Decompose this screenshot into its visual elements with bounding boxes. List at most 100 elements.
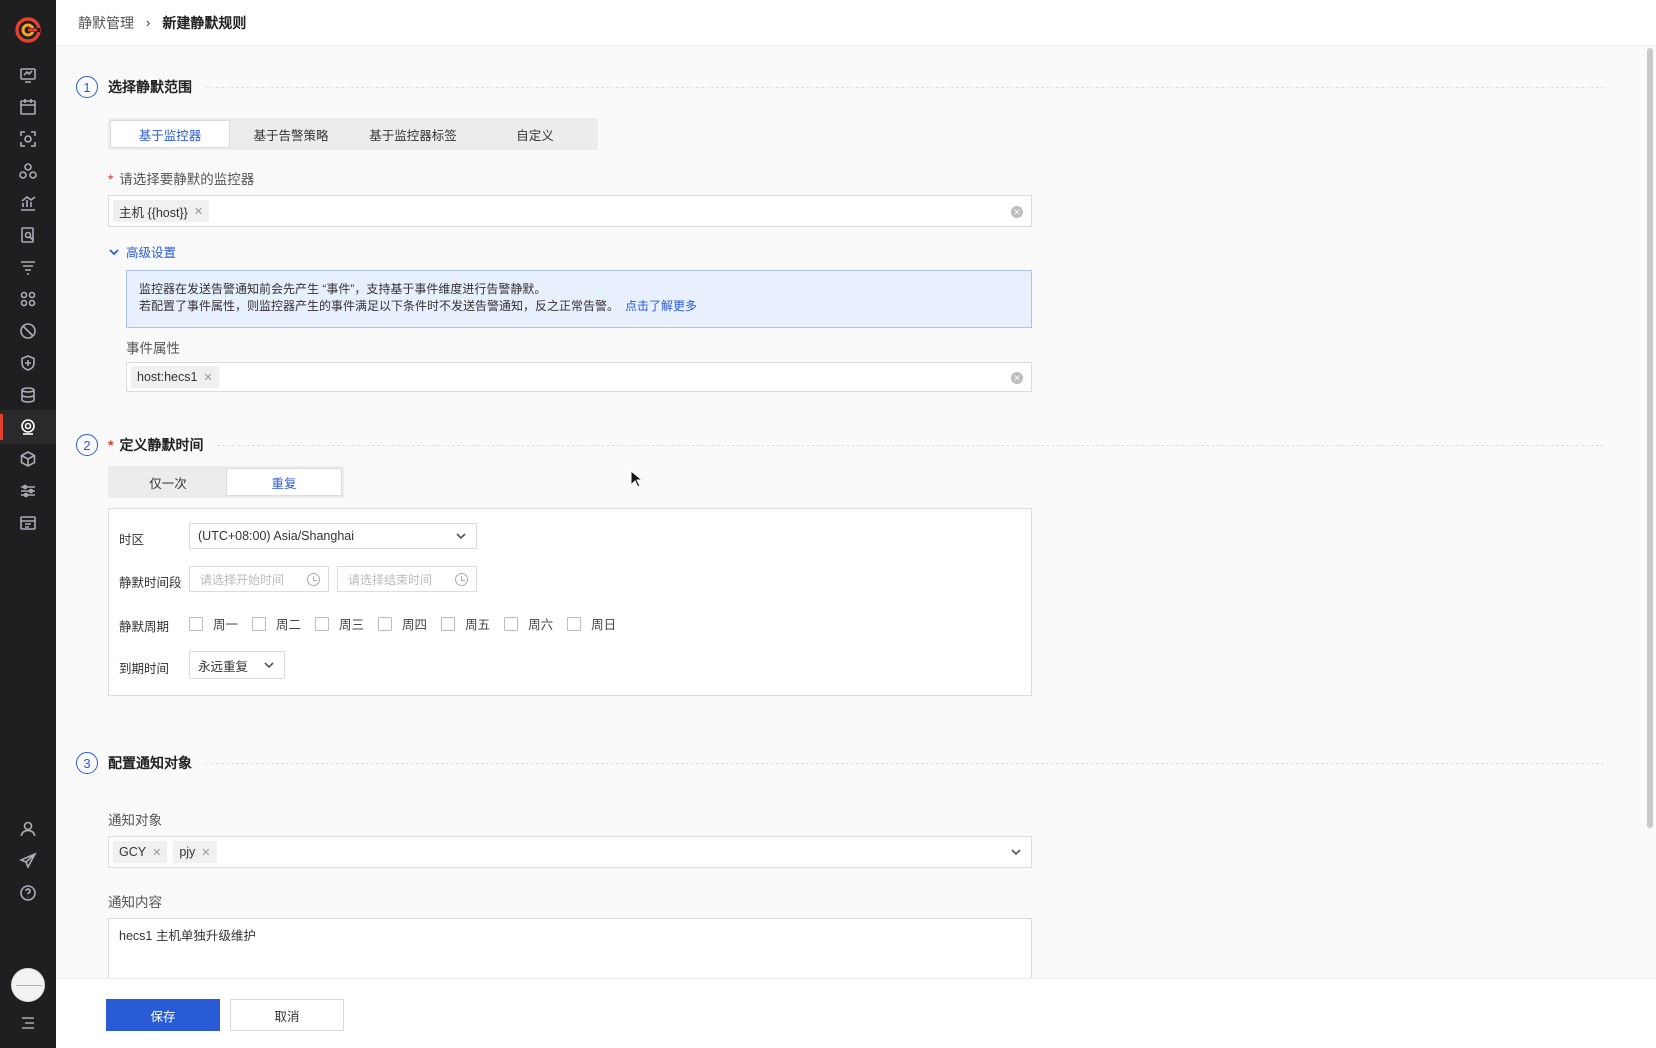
event-attr-label: 事件属性 (126, 341, 180, 356)
weekday-label: 周五 (465, 618, 491, 632)
breadcrumb: 静默管理 › 新建静默规则 (56, 0, 1656, 46)
checkbox[interactable] (189, 616, 203, 631)
checkbox[interactable] (504, 616, 519, 631)
clock-icon (307, 573, 320, 586)
tab-repeat[interactable]: 重复 (226, 468, 342, 496)
report-icon[interactable] (0, 506, 56, 540)
event-attr-tag: host:hecs1 ✕ (131, 366, 219, 388)
scope-tabs: 基于监控器 基于告警策略 基于监控器标签 自定义 (108, 118, 598, 150)
tab-once[interactable]: 仅一次 (110, 468, 226, 496)
checkbox[interactable] (378, 616, 393, 631)
weekday-checkboxes: 周一 周二 周三 周四 周五 周六 周日 (189, 614, 630, 633)
timezone-value: (UTC+08:00) Asia/Shanghai (198, 529, 354, 543)
calendar-icon[interactable] (0, 90, 56, 124)
timezone-label: 时区 (119, 533, 145, 547)
tab-monitor-label[interactable]: 基于监控器标签 (352, 120, 474, 148)
weekday-checkbox-fri[interactable]: 周五 (441, 614, 490, 633)
tab-alert-policy[interactable]: 基于告警策略 (230, 120, 352, 148)
notify-content-textarea[interactable]: hecs1 主机单独升级维护 (108, 918, 1032, 978)
divider (206, 86, 1604, 88)
scan-icon[interactable] (0, 122, 56, 156)
shield-icon[interactable] (0, 346, 56, 380)
advanced-settings-toggle[interactable]: 高级设置 (108, 242, 176, 261)
tab-custom[interactable]: 自定义 (474, 120, 596, 148)
avatar[interactable] (11, 968, 45, 1002)
filter-icon[interactable] (0, 250, 56, 284)
checkbox[interactable] (315, 616, 330, 631)
checkbox[interactable] (441, 616, 456, 631)
logo-icon[interactable] (14, 16, 42, 44)
breadcrumb-parent[interactable]: 静默管理 (78, 13, 134, 33)
help-icon[interactable] (0, 876, 56, 910)
weekday-checkbox-tue[interactable]: 周二 (252, 614, 301, 633)
log-search-icon[interactable] (0, 218, 56, 252)
dashboard-icon[interactable] (0, 58, 56, 92)
send-icon[interactable] (0, 844, 56, 878)
weekday-checkbox-wed[interactable]: 周三 (315, 614, 364, 633)
weekday-label: 周一 (213, 618, 239, 632)
weekday-checkbox-mon[interactable]: 周一 (189, 614, 238, 633)
menu-collapse-icon[interactable] (0, 1006, 56, 1040)
cluster-icon[interactable] (0, 154, 56, 188)
sidebar (0, 0, 56, 1048)
main-content: 1 选择静默范围 基于监控器 基于告警策略 基于监控器标签 自定义 * 请选择要静… (56, 46, 1644, 978)
scrollbar[interactable] (1646, 46, 1654, 936)
footer: 保存 取消 (56, 978, 1656, 1048)
save-button[interactable]: 保存 (106, 999, 220, 1031)
tag-close-icon[interactable]: ✕ (203, 371, 212, 384)
tab-monitor[interactable]: 基于监控器 (110, 120, 230, 148)
cycle-label: 静默周期 (119, 620, 170, 634)
info-line-1: 监控器在发送告警通知前会先产生 “事件”，支持基于事件维度进行告警静默。 (139, 282, 547, 296)
weekday-label: 周三 (339, 618, 365, 632)
mute-icon[interactable] (0, 314, 56, 348)
monitor-label: * 请选择要静默的监控器 (108, 168, 254, 188)
divider (217, 444, 1604, 446)
chevron-down-icon[interactable] (1009, 845, 1023, 859)
step3-number: 3 (76, 752, 98, 774)
end-time-placeholder: 请选择结束时间 (348, 572, 433, 587)
step1-header: 1 选择静默范围 (76, 76, 1604, 98)
step2-title-text: 定义静默时间 (119, 437, 204, 453)
checkbox[interactable] (252, 616, 267, 631)
notify-content-label: 通知内容 (108, 895, 162, 910)
checkbox[interactable] (567, 616, 582, 631)
clear-icon[interactable]: ✕ (1011, 206, 1023, 218)
tag-close-icon[interactable]: ✕ (201, 846, 210, 859)
clear-icon[interactable]: ✕ (1011, 372, 1023, 384)
cancel-button[interactable]: 取消 (230, 999, 344, 1031)
mouse-cursor-icon (630, 470, 642, 488)
end-time-input[interactable]: 请选择结束时间 (337, 566, 477, 592)
event-attr-input[interactable]: host:hecs1 ✕ ✕ (126, 362, 1032, 392)
advanced-settings-label: 高级设置 (126, 246, 177, 260)
learn-more-link[interactable]: 点击了解更多 (625, 299, 697, 313)
expire-value: 永远重复 (198, 659, 249, 674)
monitor-select[interactable]: 主机 {{host}} ✕ ✕ (108, 195, 1032, 227)
package-icon[interactable] (0, 442, 56, 476)
monitor-label-text: 请选择要静默的监控器 (119, 172, 255, 187)
step2-title: * 定义静默时间 (108, 435, 203, 455)
target-tag-label: pjy (179, 845, 196, 859)
monitor-tag-label: 主机 {{host}} (119, 205, 188, 220)
apps-icon[interactable] (0, 282, 56, 316)
settings-sliders-icon[interactable] (0, 474, 56, 508)
notify-target-label: 通知对象 (108, 813, 162, 828)
expire-select[interactable]: 永远重复 (189, 651, 285, 679)
start-time-input[interactable]: 请选择开始时间 (189, 566, 329, 592)
tag-close-icon[interactable]: ✕ (152, 846, 161, 859)
page-title: 新建静默规则 (162, 14, 247, 31)
weekday-checkbox-thu[interactable]: 周四 (378, 614, 427, 633)
expire-label: 到期时间 (119, 662, 170, 676)
tag-close-icon[interactable]: ✕ (194, 205, 203, 218)
repeat-settings-panel: 时区 (UTC+08:00) Asia/Shanghai 静默时间段 请选择开始… (108, 508, 1032, 696)
user-icon[interactable] (0, 812, 56, 846)
info-box: 监控器在发送告警通知前会先产生 “事件”，支持基于事件维度进行告警静默。 若配置… (126, 270, 1032, 328)
weekday-checkbox-sat[interactable]: 周六 (504, 614, 553, 633)
notify-target-select[interactable]: GCY ✕ pjy ✕ (108, 836, 1032, 868)
database-icon[interactable] (0, 378, 56, 412)
silence-icon[interactable] (0, 410, 56, 444)
weekday-checkbox-sun[interactable]: 周日 (567, 614, 616, 633)
metrics-icon[interactable] (0, 186, 56, 220)
divider (206, 762, 1604, 764)
scrollbar-thumb[interactable] (1647, 48, 1653, 828)
timezone-select[interactable]: (UTC+08:00) Asia/Shanghai (189, 523, 477, 549)
